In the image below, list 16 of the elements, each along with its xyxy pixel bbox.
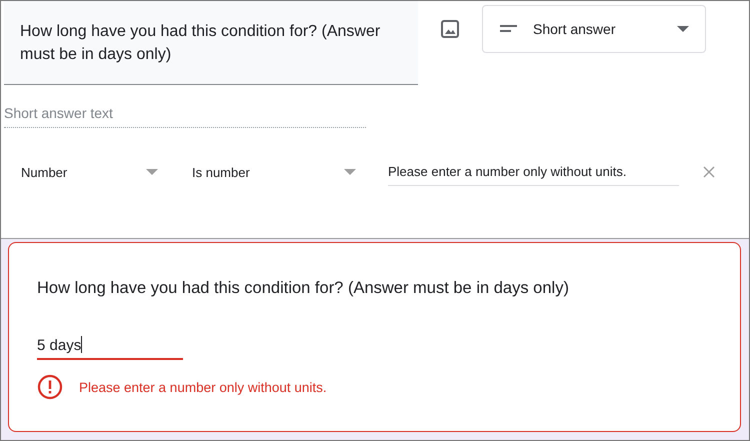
- validation-type-dropdown[interactable]: Number: [21, 164, 158, 180]
- dropdown-caret-icon: [677, 26, 689, 32]
- close-icon[interactable]: [703, 166, 715, 178]
- dropdown-caret-icon: [344, 169, 356, 175]
- answer-input-field[interactable]: 5 days: [37, 336, 183, 360]
- error-message: Please enter a number only without units.: [79, 380, 327, 394]
- custom-error-text-field[interactable]: Please enter a number only without units.: [388, 158, 679, 186]
- dropdown-caret-icon: [146, 169, 158, 175]
- short-answer-field: Short answer text: [4, 105, 366, 128]
- error-icon: [37, 374, 63, 400]
- question-type-dropdown[interactable]: Short answer: [482, 5, 706, 53]
- short-text-icon: [499, 23, 519, 35]
- question-title-field[interactable]: How long have you had this condition for? (Answer must be in days only): [4, 1, 418, 85]
- image-icon[interactable]: [440, 19, 460, 39]
- condition-dropdown[interactable]: Is number: [192, 164, 356, 180]
- question-text: How long have you had this condition for? (Answer must be in days only): [37, 279, 570, 298]
